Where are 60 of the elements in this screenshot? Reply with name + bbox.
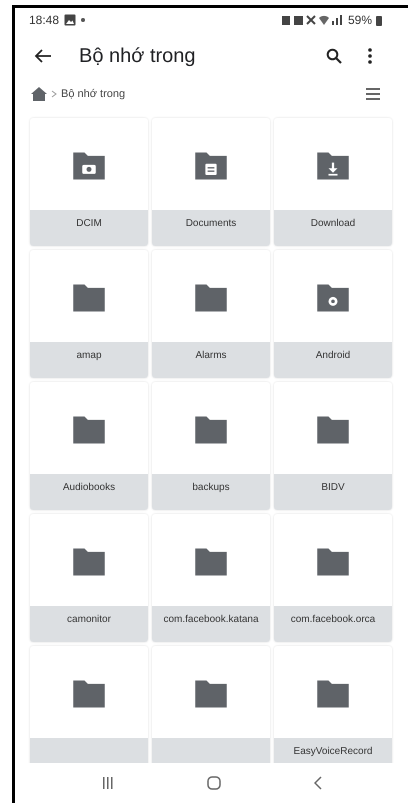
- folder-icon: [193, 282, 229, 314]
- document-folder-icon: [193, 150, 229, 182]
- folder-icon: [315, 546, 351, 578]
- folder-tile[interactable]: Download: [274, 118, 392, 246]
- folder-name: camonitor: [67, 614, 111, 625]
- folder-name: Download: [310, 218, 356, 229]
- folder-tile[interactable]: DCIM: [30, 118, 148, 246]
- folder-tile[interactable]: [152, 646, 270, 763]
- folder-name: BIDV: [321, 482, 345, 493]
- folder-tile[interactable]: com.facebook.orca: [274, 514, 392, 642]
- folder-tile[interactable]: Documents: [152, 118, 270, 246]
- gallery-icon: [64, 14, 76, 26]
- more-icon: [368, 48, 372, 64]
- folder-icon: [71, 282, 107, 314]
- folder-name: com.facebook.orca: [290, 614, 376, 625]
- folder-tile[interactable]: Alarms: [152, 250, 270, 378]
- dot-icon: [81, 18, 86, 22]
- back-nav-icon[interactable]: [314, 776, 322, 790]
- battery-icon: [376, 14, 382, 26]
- folder-name: com.facebook.katana: [163, 614, 259, 625]
- folder-name: Alarms: [195, 350, 227, 361]
- folder-tile[interactable]: amap: [30, 250, 148, 378]
- folder-icon: [193, 546, 229, 578]
- folder-tile[interactable]: EasyVoiceRecord: [274, 646, 392, 763]
- recent-apps-icon[interactable]: [102, 776, 114, 790]
- folder-tile[interactable]: BIDV: [274, 382, 392, 510]
- folder-icon: [315, 678, 351, 710]
- status-time: 18:48: [29, 12, 60, 29]
- folder-icon: [315, 414, 351, 446]
- folder-icon: [193, 678, 229, 710]
- folder-name: backups: [192, 482, 230, 493]
- folder-name: amap: [76, 350, 102, 361]
- folder-icon: [71, 546, 107, 578]
- folder-tile[interactable]: camonitor: [30, 514, 148, 642]
- camera-folder-icon: [71, 150, 107, 182]
- screen-title: Bộ nhớ trong: [79, 44, 197, 69]
- folder-tile[interactable]: [30, 646, 148, 763]
- signal-icons: [282, 14, 344, 26]
- home-button-icon[interactable]: [206, 776, 220, 790]
- home-icon[interactable]: [31, 87, 47, 101]
- folder-name: EasyVoiceRecord: [294, 746, 372, 757]
- folder-tile[interactable]: com.facebook.katana: [152, 514, 270, 642]
- folder-tile[interactable]: backups: [152, 382, 270, 510]
- folder-icon: [193, 414, 229, 446]
- folder-name: Android: [316, 350, 350, 361]
- list-view-icon[interactable]: [366, 87, 380, 101]
- battery-percent: 59%: [348, 12, 372, 29]
- folder-tile[interactable]: Android: [274, 250, 392, 378]
- back-arrow-icon: [34, 48, 52, 64]
- folder-name: DCIM: [76, 218, 102, 229]
- folder-tile[interactable]: Audiobooks: [30, 382, 148, 510]
- chevron-icon: [51, 90, 57, 98]
- folder-name: Documents: [186, 218, 236, 229]
- folder-icon: [71, 414, 107, 446]
- folder-name: Audiobooks: [62, 482, 116, 493]
- gear-folder-icon: [315, 282, 351, 314]
- breadcrumb-item[interactable]: Bộ nhớ trong: [61, 86, 126, 102]
- download-folder-icon: [315, 150, 351, 182]
- search-icon: [326, 48, 342, 64]
- folder-icon: [71, 678, 107, 710]
